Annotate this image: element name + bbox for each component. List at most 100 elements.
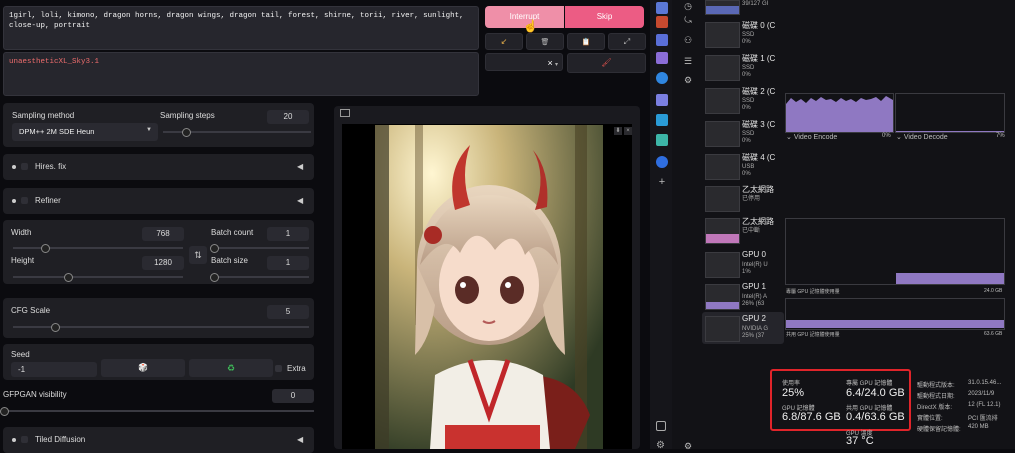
video-encode-graph: [785, 93, 894, 133]
slider-knob[interactable]: [64, 273, 74, 282]
height-input[interactable]: 1280: [142, 256, 184, 270]
negative-prompt-input[interactable]: unaestheticXL_Sky3.1: [3, 52, 479, 96]
hires-fix-checkbox[interactable]: [21, 163, 28, 170]
random-seed-button[interactable]: 🎲: [101, 359, 185, 377]
history-icon[interactable]: ◷: [682, 0, 694, 12]
slider-knob[interactable]: [210, 273, 219, 282]
image-viewer[interactable]: ⬇ ×: [342, 124, 632, 449]
trash-button[interactable]: 🗑: [526, 33, 564, 50]
disk-pct: 0%: [742, 171, 751, 177]
clipboard-button[interactable]: 📋: [567, 33, 605, 50]
detail-value: PCI 匯流排: [968, 416, 998, 422]
disk-2-item[interactable]: 磁碟 2 (C SSD 0%: [705, 86, 785, 116]
sampling-method-select[interactable]: DPM++ 2M SDE Heun ▼: [12, 123, 158, 141]
settings-gear-icon[interactable]: ⚙: [682, 440, 694, 452]
disk-graph-thumb: [705, 154, 740, 180]
mail-app-icon[interactable]: [656, 114, 668, 126]
add-icon[interactable]: +: [656, 176, 668, 188]
batch-size-input[interactable]: 1: [267, 256, 309, 270]
startup-icon[interactable]: ⤿: [682, 14, 694, 26]
apply-style-button[interactable]: 🖌: [567, 53, 646, 73]
styles-dropdown[interactable]: × ▾: [485, 53, 563, 71]
disk-pct: 0%: [742, 72, 751, 78]
sampling-steps-input[interactable]: 20: [267, 110, 309, 124]
detail-key: 實體位置:: [917, 416, 943, 422]
users-icon[interactable]: ⚇: [682, 34, 694, 46]
interrupt-button[interactable]: Interrupt ☝: [485, 6, 564, 33]
refiner-label: Refiner: [35, 196, 61, 205]
notes-app-icon[interactable]: [656, 94, 668, 106]
status-dot: [12, 438, 16, 442]
negative-prompt-text: unaestheticXL_Sky3.1: [9, 58, 100, 66]
details-list-icon[interactable]: ☰: [682, 55, 694, 67]
chat-app-icon[interactable]: [656, 134, 668, 146]
width-input[interactable]: 768: [142, 227, 184, 241]
disk-0-item[interactable]: 磁碟 0 (C SSD 0%: [705, 20, 785, 50]
network-graph-thumb: [705, 218, 740, 244]
tablet-icon[interactable]: [656, 421, 666, 431]
gpu-2-item[interactable]: GPU 2 NVIDIA G 25% (37: [705, 314, 785, 344]
slider-knob[interactable]: [210, 244, 219, 253]
services-icon[interactable]: ⚙: [682, 74, 694, 86]
slider-knob[interactable]: [182, 128, 192, 137]
gpu-1-item[interactable]: GPU 1 Intel(R) A 26% (63: [705, 282, 785, 312]
extra-label: Extra: [287, 364, 306, 373]
dedicated-memory-max: 24.0 GB: [984, 288, 1003, 294]
sampling-steps-slider[interactable]: [163, 128, 311, 137]
swap-dimensions-button[interactable]: ⇅: [189, 246, 207, 264]
size-panel: Width 768 Height 1280 ⇅ Batch count 1 Ba…: [3, 220, 314, 284]
toolbox-app-icon[interactable]: [656, 16, 668, 28]
detail-value: 31.0.15.46...: [968, 380, 1002, 386]
disk-4-item[interactable]: 磁碟 4 (C USB 0%: [705, 152, 785, 182]
gfpgan-slider[interactable]: [0, 407, 314, 416]
ethernet-name: 乙太網路: [742, 185, 774, 194]
download-icon[interactable]: ⬇: [614, 127, 622, 135]
close-icon[interactable]: ×: [547, 58, 552, 68]
wand-button[interactable]: ⤢: [608, 33, 646, 50]
arrow-icon: ↙: [500, 37, 508, 46]
wand-icon: ⤢: [623, 37, 631, 46]
disk-3-item[interactable]: 磁碟 3 (C SSD 0%: [705, 119, 785, 149]
disk-1-item[interactable]: 磁碟 1 (C SSD 0%: [705, 53, 785, 83]
ethernet-1-item[interactable]: 乙太網路 已停用: [705, 184, 785, 214]
seed-input[interactable]: -1: [11, 362, 97, 377]
tiled-diffusion-checkbox[interactable]: [21, 436, 28, 443]
read-params-button[interactable]: ↙: [485, 33, 523, 50]
reuse-seed-button[interactable]: ♻: [189, 359, 273, 377]
refiner-checkbox[interactable]: [21, 197, 28, 204]
batch-size-slider[interactable]: [210, 273, 309, 282]
puzzle-app-icon[interactable]: [656, 52, 668, 64]
memory-thumb[interactable]: [705, 0, 740, 15]
cfg-scale-input[interactable]: 5: [267, 305, 309, 319]
gfpgan-input[interactable]: 0: [272, 389, 314, 403]
cfg-scale-slider[interactable]: [13, 323, 309, 332]
shield-app-icon[interactable]: [656, 2, 668, 14]
settings-gear-icon[interactable]: ⚙: [656, 440, 668, 452]
slider-knob[interactable]: [0, 407, 9, 416]
positive-prompt-input[interactable]: 1girl, loli, kimono, dragon horns, drago…: [3, 6, 479, 50]
skip-button[interactable]: Skip: [565, 6, 644, 28]
gpu-name: GPU 2: [742, 314, 767, 323]
refiner-accordion[interactable]: Refiner ◀: [3, 188, 314, 214]
dedicated-memory-graph: [785, 218, 1005, 285]
gpu-0-item[interactable]: GPU 0 Intel(R) U 1%: [705, 250, 785, 280]
image-app-icon[interactable]: [656, 34, 668, 46]
width-slider[interactable]: [13, 244, 183, 253]
gpu-usage-fill: [706, 302, 739, 309]
height-slider[interactable]: [13, 273, 183, 282]
slider-knob[interactable]: [51, 323, 61, 332]
disk-name: 磁碟 1 (C: [742, 54, 776, 63]
browser-app-icon[interactable]: [656, 72, 668, 84]
batch-count-slider[interactable]: [210, 244, 309, 253]
batch-count-input[interactable]: 1: [267, 227, 309, 241]
tiled-diffusion-accordion[interactable]: Tiled Diffusion ◀: [3, 427, 314, 453]
hires-fix-accordion[interactable]: Hires. fix ◀: [3, 154, 314, 180]
close-icon[interactable]: ×: [624, 127, 632, 135]
ethernet-name: 乙太網路: [742, 217, 774, 226]
extra-checkbox[interactable]: [275, 365, 282, 372]
facebook-app-icon[interactable]: [656, 156, 668, 168]
ethernet-2-item[interactable]: 乙太網路 已中斷: [705, 216, 785, 246]
slider-knob[interactable]: [40, 244, 50, 253]
gpu-graph-thumb: [705, 252, 740, 278]
gpu-temperature-value: 37 °C: [846, 435, 874, 447]
